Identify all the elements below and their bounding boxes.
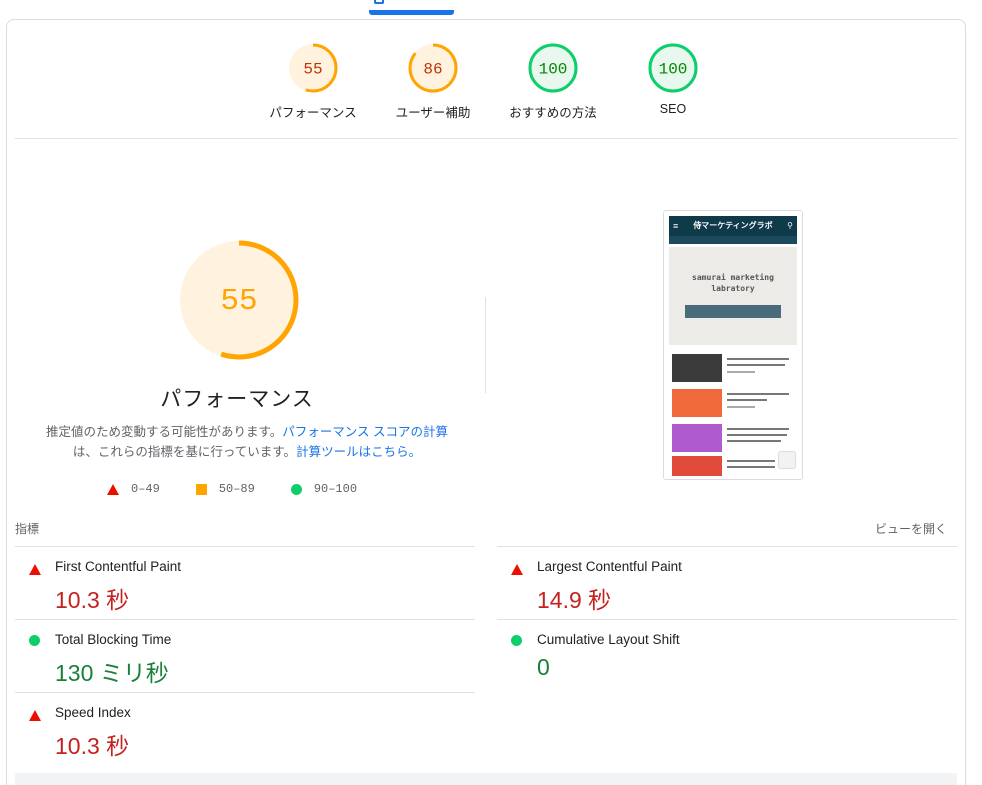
metric-speed-index: Speed Index 10.3 秒 xyxy=(15,692,475,765)
bottom-section-strip xyxy=(15,773,957,785)
screenshot-text-line xyxy=(727,393,789,395)
gauge-best-practices[interactable]: 100 おすすめの方法 xyxy=(493,42,613,121)
page-screenshot[interactable]: ≡ 侍マーケティングラボ ⚲ samurai marketing labrato… xyxy=(663,210,803,480)
orange-square-icon xyxy=(195,483,207,495)
report-card: 55 パフォーマンス 86 ユーザー補助 100 おすすめの方法 100 SEO… xyxy=(6,19,966,785)
performance-note: 推定値のため変動する可能性があります。パフォーマンス スコアの計算 は、これらの… xyxy=(27,422,467,462)
legend-average: 50–89 xyxy=(195,482,255,496)
metric-value: 10.3 秒 xyxy=(55,733,130,759)
screenshot-hero-line-1: samurai marketing xyxy=(692,273,774,282)
gauge-best-practices-score: 100 xyxy=(539,61,568,79)
red-triangle-icon xyxy=(107,483,119,495)
screenshot-article-thumb xyxy=(672,354,722,382)
metric-value: 10.3 秒 xyxy=(55,587,130,613)
active-tab-indicator xyxy=(369,10,454,15)
screenshot-article-thumb xyxy=(672,389,722,417)
metric-label: First Contentful Paint xyxy=(55,559,182,574)
summary-gauges: 55 パフォーマンス 86 ユーザー補助 100 おすすめの方法 100 SEO xyxy=(253,42,733,121)
red-triangle-icon xyxy=(511,564,523,575)
screenshot-hero: samurai marketing labratory xyxy=(669,247,797,345)
gauge-performance-score: 55 xyxy=(303,61,322,79)
metric-cumulative-layout-shift: Cumulative Layout Shift 0 xyxy=(497,619,957,692)
screenshot-article xyxy=(672,456,794,479)
tab-top-edge xyxy=(374,0,384,4)
vertical-separator xyxy=(485,297,486,393)
gauge-best-practices-ring: 100 xyxy=(528,43,578,93)
gauge-seo-score: 100 xyxy=(659,61,688,79)
screenshot-hero-button xyxy=(685,305,781,318)
screenshot-nav xyxy=(669,236,797,244)
gauge-seo[interactable]: 100 SEO xyxy=(613,42,733,121)
screenshot-article-thumb xyxy=(672,424,722,452)
metric-label: Cumulative Layout Shift xyxy=(537,632,680,647)
hamburger-icon: ≡ xyxy=(673,221,679,231)
screenshot-site-title: 侍マーケティングラボ xyxy=(693,221,773,230)
red-triangle-icon xyxy=(29,710,41,721)
gauge-seo-ring: 100 xyxy=(648,43,698,93)
gauge-performance[interactable]: 55 パフォーマンス xyxy=(253,42,373,121)
screenshot-site-header: ≡ 侍マーケティングラボ ⚲ xyxy=(669,216,797,236)
screenshot-text-line xyxy=(727,399,767,401)
screenshot-hero-title: samurai marketing labratory xyxy=(669,272,797,294)
performance-note-text-1: 推定値のため変動する可能性があります。 xyxy=(46,425,283,439)
metric-label: Largest Contentful Paint xyxy=(537,559,682,574)
screenshot-text-line xyxy=(727,371,755,373)
performance-title: パフォーマンス xyxy=(160,388,314,411)
screenshot-text-line xyxy=(727,364,785,366)
green-circle-icon xyxy=(29,635,40,646)
screenshot-text-line xyxy=(727,434,787,436)
summary-divider xyxy=(15,138,957,139)
gauge-accessibility-score: 86 xyxy=(423,61,442,79)
screenshot-text-line xyxy=(727,428,789,430)
performance-score-large: 55 xyxy=(220,284,257,319)
search-icon: ⚲ xyxy=(787,221,793,230)
metric-largest-contentful-paint: Largest Contentful Paint 14.9 秒 xyxy=(497,546,957,619)
recaptcha-badge-icon xyxy=(778,451,796,469)
gauge-best-practices-label: おすすめの方法 xyxy=(509,106,597,120)
score-legend: 0–49 50–89 90–100 xyxy=(107,482,357,496)
metrics-title: 指標 xyxy=(15,522,40,536)
metric-first-contentful-paint: First Contentful Paint 10.3 秒 xyxy=(15,546,475,619)
gauge-seo-label: SEO xyxy=(659,102,687,116)
screenshot-article xyxy=(672,424,794,452)
green-circle-icon xyxy=(511,635,522,646)
calculator-link[interactable]: 計算ツールはこちら。 xyxy=(296,445,421,459)
green-circle-icon xyxy=(290,483,302,495)
legend-fail: 0–49 xyxy=(107,482,160,496)
metric-value: 0 xyxy=(537,654,550,680)
expand-view-toggle[interactable]: ビューを開く xyxy=(875,520,947,537)
metric-total-blocking-time: Total Blocking Time 130 ミリ秒 xyxy=(15,619,475,692)
screenshot-article xyxy=(672,389,794,417)
performance-note-text-2: は、これらの指標を基に行っています。 xyxy=(72,445,297,459)
screenshot-article-thumb xyxy=(672,456,722,476)
score-calculation-link[interactable]: パフォーマンス スコアの計算 xyxy=(282,425,448,439)
screenshot-article xyxy=(672,354,794,382)
screenshot-text-line xyxy=(727,460,775,462)
red-triangle-icon xyxy=(29,564,41,575)
legend-pass-range: 90–100 xyxy=(313,482,358,496)
gauge-accessibility-ring: 86 xyxy=(408,43,458,93)
metric-label: Speed Index xyxy=(55,705,131,720)
gauge-accessibility-label: ユーザー補助 xyxy=(395,106,471,120)
screenshot-text-line xyxy=(727,466,775,468)
metric-value: 14.9 秒 xyxy=(537,587,612,613)
screenshot-text-line xyxy=(727,440,781,442)
legend-pass: 90–100 xyxy=(290,482,358,496)
metric-label: Total Blocking Time xyxy=(55,632,172,647)
gauge-accessibility[interactable]: 86 ユーザー補助 xyxy=(373,42,493,121)
performance-gauge-large: 55 xyxy=(179,240,299,360)
screenshot-hero-line-2: labratory xyxy=(711,284,755,293)
screenshot-text-line xyxy=(727,406,755,408)
screenshot-text-line xyxy=(727,358,789,360)
legend-average-range: 50–89 xyxy=(218,482,255,496)
gauge-performance-label: パフォーマンス xyxy=(269,106,357,120)
legend-fail-range: 0–49 xyxy=(131,482,160,496)
gauge-performance-ring: 55 xyxy=(288,43,338,93)
metric-value: 130 ミリ秒 xyxy=(55,660,169,686)
